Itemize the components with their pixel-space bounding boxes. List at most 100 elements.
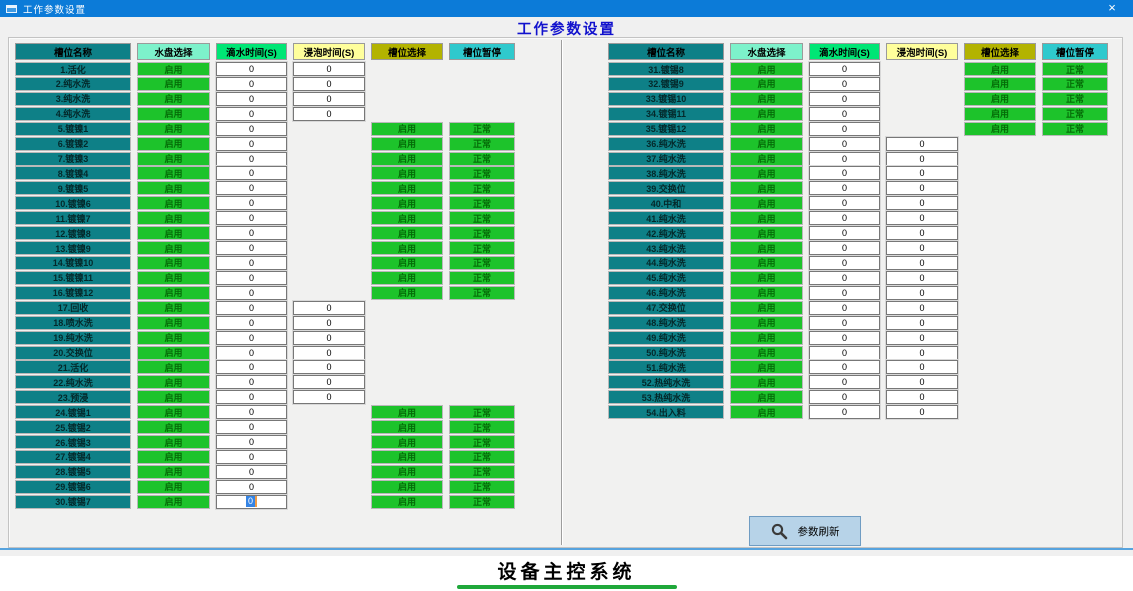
soak-time-input[interactable]: 0 [886, 241, 958, 255]
soak-time-input[interactable]: 0 [886, 286, 958, 300]
drip-time-input[interactable]: 0 [809, 166, 880, 180]
soak-time-input[interactable]: 0 [886, 346, 958, 360]
slot-select-button[interactable]: 启用 [371, 181, 443, 195]
drip-time-input[interactable]: 0 [216, 271, 287, 285]
slot-select-button[interactable]: 启用 [371, 211, 443, 225]
slot-pause-button[interactable]: 正常 [449, 480, 515, 494]
water-select-button[interactable]: 启用 [137, 480, 210, 494]
water-select-button[interactable]: 启用 [137, 390, 210, 404]
slot-pause-button[interactable]: 正常 [449, 495, 515, 509]
drip-time-input[interactable]: 0 [216, 286, 287, 300]
refresh-parameters-button[interactable]: 参数刷新 [749, 516, 861, 546]
water-select-button[interactable]: 启用 [730, 196, 803, 210]
soak-time-input[interactable]: 0 [293, 331, 365, 345]
water-select-button[interactable]: 启用 [730, 256, 803, 270]
water-select-button[interactable]: 启用 [730, 107, 803, 121]
drip-time-input[interactable]: 0 [809, 122, 880, 136]
slot-select-button[interactable]: 启用 [371, 152, 443, 166]
water-select-button[interactable]: 启用 [137, 211, 210, 225]
slot-select-button[interactable]: 启用 [964, 122, 1036, 136]
slot-pause-button[interactable]: 正常 [1042, 92, 1108, 106]
water-select-button[interactable]: 启用 [730, 92, 803, 106]
drip-time-input[interactable]: 0 [809, 405, 880, 419]
water-select-button[interactable]: 启用 [730, 331, 803, 345]
water-select-button[interactable]: 启用 [730, 301, 803, 315]
slot-select-button[interactable]: 启用 [964, 77, 1036, 91]
drip-time-input[interactable]: 0 [216, 107, 287, 121]
drip-time-input[interactable]: 0 [216, 137, 287, 151]
drip-time-input[interactable]: 0 [216, 480, 287, 494]
drip-time-input[interactable]: 0 [216, 196, 287, 210]
slot-pause-button[interactable]: 正常 [1042, 62, 1108, 76]
water-select-button[interactable]: 启用 [137, 316, 210, 330]
water-select-button[interactable]: 启用 [730, 375, 803, 389]
drip-time-input[interactable]: 0 [809, 316, 880, 330]
soak-time-input[interactable]: 0 [886, 196, 958, 210]
slot-pause-button[interactable]: 正常 [449, 122, 515, 136]
water-select-button[interactable]: 启用 [137, 495, 210, 509]
drip-time-input[interactable]: 0 [809, 331, 880, 345]
slot-select-button[interactable]: 启用 [371, 256, 443, 270]
slot-pause-button[interactable]: 正常 [449, 286, 515, 300]
soak-time-input[interactable]: 0 [886, 405, 958, 419]
drip-time-input[interactable]: 0 [809, 346, 880, 360]
water-select-button[interactable]: 启用 [730, 271, 803, 285]
slot-pause-button[interactable]: 正常 [449, 450, 515, 464]
soak-time-input[interactable]: 0 [886, 301, 958, 315]
slot-select-button[interactable]: 启用 [371, 226, 443, 240]
slot-pause-button[interactable]: 正常 [449, 256, 515, 270]
slot-select-button[interactable]: 启用 [371, 137, 443, 151]
slot-pause-button[interactable]: 正常 [449, 435, 515, 449]
soak-time-input[interactable]: 0 [293, 375, 365, 389]
water-select-button[interactable]: 启用 [730, 241, 803, 255]
soak-time-input[interactable]: 0 [886, 360, 958, 374]
drip-time-input[interactable]: 0 [809, 241, 880, 255]
water-select-button[interactable]: 启用 [137, 301, 210, 315]
soak-time-input[interactable]: 0 [293, 316, 365, 330]
drip-time-input[interactable]: 0 [216, 211, 287, 225]
slot-pause-button[interactable]: 正常 [449, 137, 515, 151]
slot-pause-button[interactable]: 正常 [449, 196, 515, 210]
drip-time-input[interactable]: 0 [216, 122, 287, 136]
drip-time-input[interactable]: 0 [809, 196, 880, 210]
water-select-button[interactable]: 启用 [137, 166, 210, 180]
drip-time-input[interactable]: 0 [809, 286, 880, 300]
slot-select-button[interactable]: 启用 [371, 405, 443, 419]
drip-time-input[interactable]: 0 [216, 316, 287, 330]
water-select-button[interactable]: 启用 [137, 331, 210, 345]
water-select-button[interactable]: 启用 [730, 390, 803, 404]
water-select-button[interactable]: 启用 [730, 211, 803, 225]
soak-time-input[interactable]: 0 [886, 152, 958, 166]
water-select-button[interactable]: 启用 [137, 286, 210, 300]
water-select-button[interactable]: 启用 [137, 181, 210, 195]
slot-select-button[interactable]: 启用 [371, 166, 443, 180]
water-select-button[interactable]: 启用 [730, 226, 803, 240]
drip-time-input[interactable]: 0 [216, 152, 287, 166]
slot-select-button[interactable]: 启用 [371, 286, 443, 300]
drip-time-input[interactable]: 0 [216, 181, 287, 195]
soak-time-input[interactable]: 0 [293, 360, 365, 374]
soak-time-input[interactable]: 0 [886, 271, 958, 285]
drip-time-input[interactable]: 0 [809, 107, 880, 121]
slot-pause-button[interactable]: 正常 [449, 181, 515, 195]
slot-pause-button[interactable]: 正常 [449, 226, 515, 240]
soak-time-input[interactable]: 0 [293, 92, 365, 106]
soak-time-input[interactable]: 0 [886, 375, 958, 389]
slot-pause-button[interactable]: 正常 [449, 152, 515, 166]
drip-time-input[interactable]: 0 [809, 390, 880, 404]
water-select-button[interactable]: 启用 [137, 77, 210, 91]
slot-select-button[interactable]: 启用 [964, 62, 1036, 76]
slot-select-button[interactable]: 启用 [371, 241, 443, 255]
soak-time-input[interactable]: 0 [886, 137, 958, 151]
drip-time-input[interactable]: 0 [216, 405, 287, 419]
soak-time-input[interactable]: 0 [293, 62, 365, 76]
drip-time-input[interactable]: 0 [216, 450, 287, 464]
soak-time-input[interactable]: 0 [886, 331, 958, 345]
slot-select-button[interactable]: 启用 [371, 495, 443, 509]
slot-pause-button[interactable]: 正常 [449, 211, 515, 225]
slot-pause-button[interactable]: 正常 [1042, 122, 1108, 136]
slot-pause-button[interactable]: 正常 [1042, 77, 1108, 91]
water-select-button[interactable]: 启用 [137, 271, 210, 285]
water-select-button[interactable]: 启用 [137, 92, 210, 106]
slot-select-button[interactable]: 启用 [371, 465, 443, 479]
